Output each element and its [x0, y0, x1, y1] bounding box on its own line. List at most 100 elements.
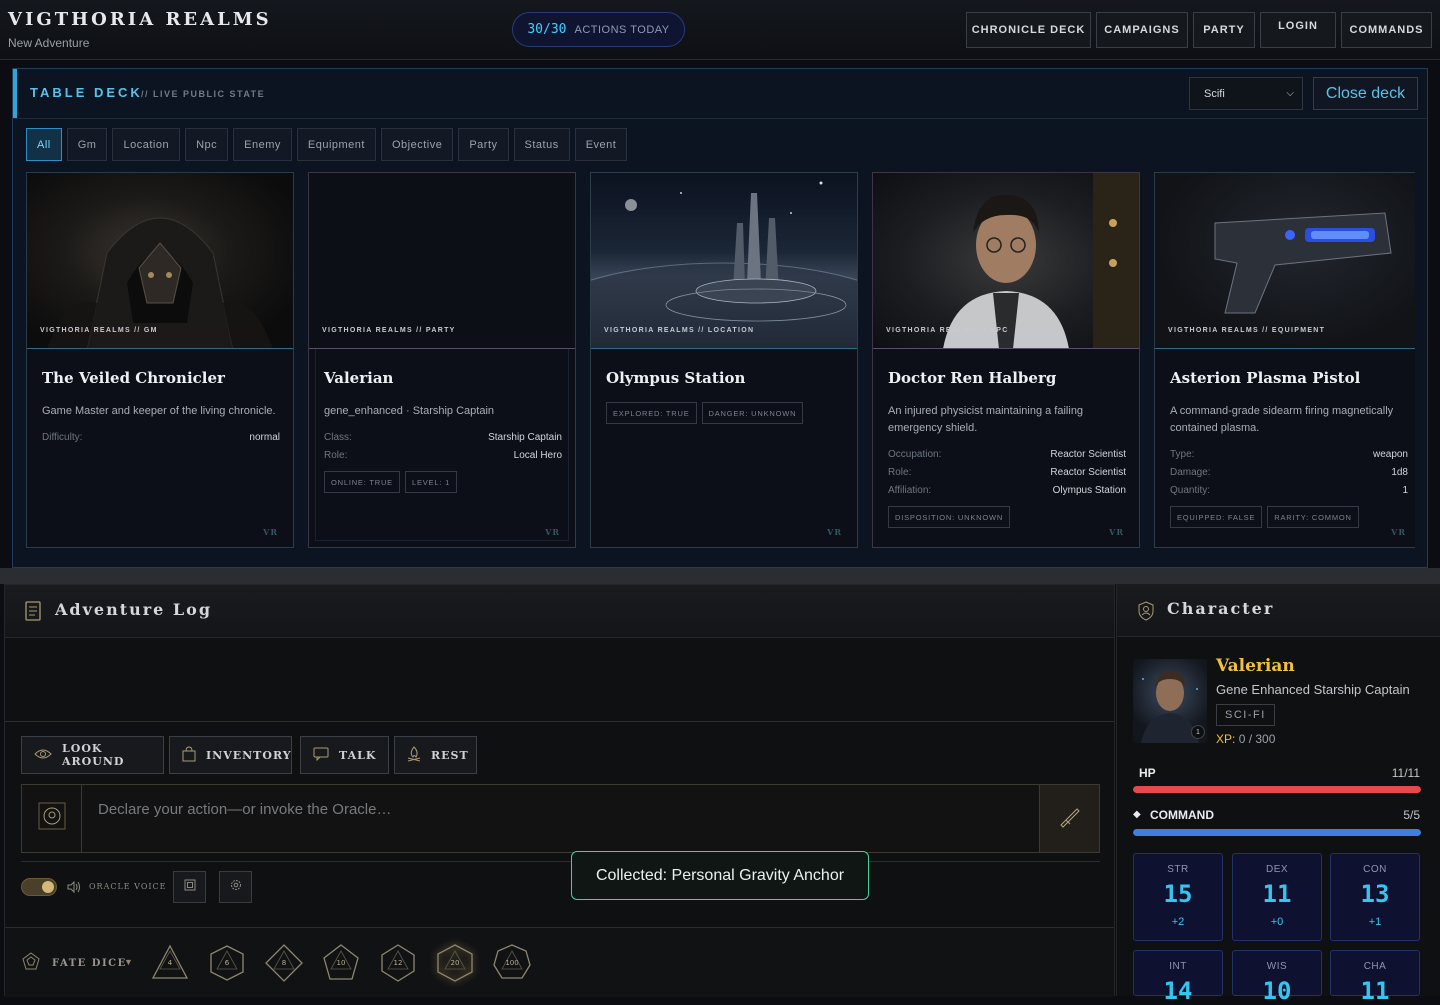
card-chips: ONLINE: TRUE LEVEL: 1: [324, 471, 458, 493]
diamond-icon: ◆: [1133, 809, 1141, 820]
command-bar-fill: [1133, 829, 1421, 836]
nav-login[interactable]: LOGIN: [1260, 12, 1336, 48]
die-label: 4: [167, 959, 173, 967]
stat-name: CHA: [1363, 961, 1387, 972]
nav-commands[interactable]: COMMANDS: [1341, 12, 1432, 48]
look-around-button[interactable]: LOOK AROUND: [21, 736, 164, 774]
filter-gm[interactable]: Gm: [66, 128, 108, 161]
stat-modifier: +1: [1368, 916, 1382, 928]
stat-str: STR 15 +2: [1133, 853, 1223, 941]
card-tag: VIGTHORIA REALMS // LOCATION: [604, 327, 755, 334]
app-title: VIGTHORIA REALMS: [8, 9, 272, 30]
card-mark: VR: [1391, 527, 1406, 537]
character-header: Character: [1117, 584, 1440, 637]
oracle-voice-toggle[interactable]: [21, 878, 57, 896]
die-d12-button[interactable]: 12: [378, 943, 418, 983]
panel-divider: [0, 568, 1440, 584]
card-tag: VIGTHORIA REALMS // GM: [40, 327, 158, 334]
oracle-eye-icon: [37, 801, 67, 836]
stat-int: INT 14: [1133, 950, 1223, 1005]
filter-party[interactable]: Party: [458, 128, 509, 161]
nav-chronicle-deck[interactable]: CHRONICLE DECK: [966, 12, 1091, 48]
stat-value: 13: [1360, 880, 1390, 908]
die-d6-button[interactable]: 6: [207, 943, 247, 983]
oracle-voice-label: ORACLE VOICE: [89, 882, 167, 891]
filter-npc[interactable]: Npc: [185, 128, 229, 161]
filter-enemy[interactable]: Enemy: [233, 128, 292, 161]
chip: EXPLORED: TRUE: [606, 402, 697, 424]
action-input[interactable]: Declare your action—or invoke the Oracle…: [98, 801, 391, 818]
quill-icon: [1058, 804, 1082, 833]
die-d20-button[interactable]: 20: [435, 943, 475, 983]
card-desc: A command-grade sidearm firing magnetica…: [1170, 405, 1394, 434]
character-subtitle: Gene Enhanced Starship Captain: [1216, 682, 1410, 697]
card-name: The Veiled Chronicler: [42, 369, 225, 387]
card-art-equipment: VIGTHORIA REALMS // EQUIPMENT: [1155, 173, 1415, 349]
card-stat: Occupation: Reactor Scientist: [888, 449, 1126, 460]
oracle-button[interactable]: [22, 785, 82, 852]
stat-value: 15: [1163, 880, 1193, 908]
speaker-icon: [67, 880, 81, 898]
chip: RARITY: COMMON: [1267, 506, 1359, 528]
card-stat: Role: Local Hero: [324, 450, 562, 461]
card-tag: VIGTHORIA REALMS // PARTY: [322, 327, 456, 334]
inventory-button[interactable]: INVENTORY: [169, 736, 292, 774]
filter-location[interactable]: Location: [112, 128, 181, 161]
deck-cards: VIGTHORIA REALMS // GM The Veiled Chroni…: [26, 172, 1415, 548]
command-bar: [1133, 829, 1421, 836]
settings-button[interactable]: [219, 871, 252, 903]
stat-modifier: +2: [1171, 916, 1185, 928]
actions-count: 30/30: [527, 22, 567, 37]
filter-all[interactable]: All: [26, 128, 62, 161]
card-mark: VR: [545, 527, 560, 537]
action-input-row: Declare your action—or invoke the Oracle…: [21, 784, 1100, 853]
talk-button[interactable]: TALK: [300, 736, 389, 774]
pentagon-icon: [22, 952, 40, 975]
deck-card-npc[interactable]: VIGTHORIA REALMS // NPC Doctor Ren Halbe…: [872, 172, 1140, 548]
die-d10-button[interactable]: 10: [321, 943, 361, 983]
stat-cha: CHA 11: [1330, 950, 1420, 1005]
hp-value: 11/11: [1391, 766, 1420, 780]
top-bar: VIGTHORIA REALMS New Adventure 30/30 ACT…: [0, 0, 1440, 60]
stat-name: STR: [1167, 864, 1189, 875]
stat-value: 14: [1163, 977, 1193, 1005]
deck-header: TABLE DECK // LIVE PUBLIC STATE Scifi ⌵ …: [13, 69, 1427, 119]
close-deck-button[interactable]: Close deck: [1313, 77, 1418, 110]
die-label: 10: [336, 959, 346, 967]
stat-dex: DEX 11 +0: [1232, 853, 1322, 941]
input-tools: ORACLE VOICE: [21, 861, 1100, 911]
die-d8-button[interactable]: 8: [264, 943, 304, 983]
filter-status[interactable]: Status: [513, 128, 570, 161]
card-name: Doctor Ren Halberg: [888, 369, 1057, 387]
deck-card-party[interactable]: VIGTHORIA REALMS // PARTY Valerian gene_…: [308, 172, 576, 548]
hp-bar-fill: [1133, 786, 1421, 793]
card-name: Asterion Plasma Pistol: [1170, 369, 1361, 387]
campfire-icon: [407, 745, 421, 765]
die-d100-button[interactable]: 100: [492, 943, 532, 983]
hp-label: HP: [1139, 766, 1156, 780]
character-title: Character: [1167, 599, 1275, 618]
user-shield-icon: [1137, 601, 1155, 626]
filter-objective[interactable]: Objective: [380, 128, 454, 161]
send-action-button[interactable]: [1039, 785, 1099, 852]
command-label: COMMAND: [1150, 808, 1214, 822]
filter-event[interactable]: Event: [574, 128, 628, 161]
stat-name: CON: [1363, 864, 1387, 875]
hooded-figure-image: [47, 217, 273, 348]
card-stat: Difficulty: normal: [42, 432, 280, 443]
stat-name: WIS: [1266, 961, 1288, 972]
avatar[interactable]: 1: [1133, 659, 1207, 743]
frame-button[interactable]: [173, 871, 206, 903]
rest-button[interactable]: REST: [394, 736, 477, 774]
deck-card-gm[interactable]: VIGTHORIA REALMS // GM The Veiled Chroni…: [26, 172, 294, 548]
nav-campaigns[interactable]: CAMPAIGNS: [1096, 12, 1188, 48]
deck-card-location[interactable]: VIGTHORIA REALMS // LOCATION Olympus Sta…: [590, 172, 858, 548]
scientist-portrait-image: [943, 173, 1139, 348]
die-d4-button[interactable]: 4: [150, 943, 190, 983]
deck-card-equipment[interactable]: VIGTHORIA REALMS // EQUIPMENT Asterion P…: [1154, 172, 1415, 548]
theme-select[interactable]: Scifi ⌵: [1189, 77, 1303, 110]
stat-name: DEX: [1265, 864, 1289, 875]
filter-equipment[interactable]: Equipment: [296, 128, 376, 161]
nav-party[interactable]: PARTY: [1193, 12, 1255, 48]
chevron-down-icon[interactable]: ▼: [124, 957, 133, 967]
